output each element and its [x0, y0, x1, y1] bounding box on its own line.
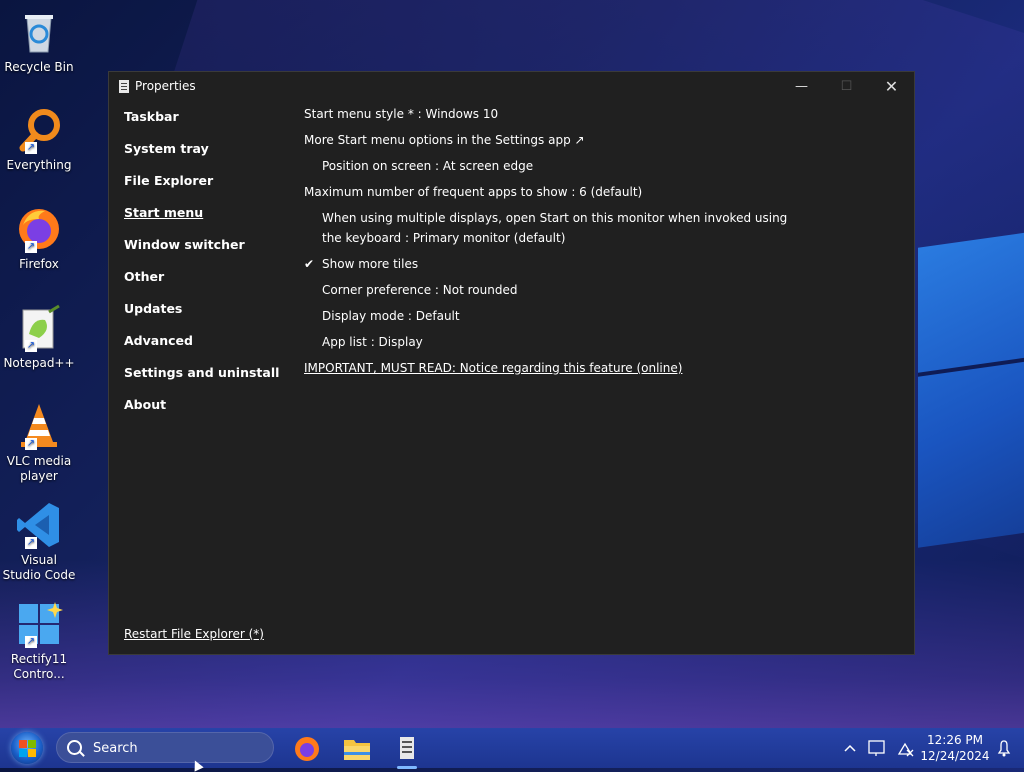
minimize-button[interactable]: —	[779, 72, 824, 102]
nav-item-system-tray[interactable]: System tray	[124, 140, 279, 172]
properties-app-icon	[400, 737, 414, 759]
vlc-cone-icon: ↗	[15, 402, 63, 450]
taskbar-clock[interactable]: 12:26 PM 12/24/2024	[920, 732, 990, 764]
desktop-icon-everything[interactable]: ↗ Everything	[2, 106, 76, 173]
search-placeholder: Search	[93, 741, 138, 756]
tray-overflow-chevron[interactable]	[842, 728, 858, 768]
setting-position-on-screen[interactable]: Position on screen : At screen edge	[322, 159, 533, 173]
nav-item-window-switcher[interactable]: Window switcher	[124, 236, 279, 268]
chevron-up-icon	[844, 744, 856, 752]
desktop-icon-label: Recycle Bin	[4, 60, 74, 74]
nav-item-taskbar[interactable]: Taskbar	[124, 108, 279, 140]
search-icon	[67, 740, 82, 755]
desktop-icon-label: VLC media player	[6, 454, 72, 483]
nav-item-about[interactable]: About	[124, 396, 279, 428]
desktop-icon-vlc[interactable]: ↗ VLC media player	[2, 402, 76, 484]
nav-item-other[interactable]: Other	[124, 268, 279, 300]
desktop-icon-firefox[interactable]: ↗ Firefox	[2, 205, 76, 272]
setting-show-more-tiles-label: Show more tiles	[322, 257, 419, 271]
window-title: Properties	[135, 79, 196, 93]
nav-item-start-menu[interactable]: Start menu	[124, 204, 279, 236]
setting-display-mode[interactable]: Display mode : Default	[322, 309, 460, 323]
nav-item-updates[interactable]: Updates	[124, 300, 279, 332]
nav-item-advanced[interactable]: Advanced	[124, 332, 279, 364]
setting-app-list[interactable]: App list : Display	[322, 335, 423, 349]
taskbar-file-explorer[interactable]	[337, 732, 377, 766]
setting-multi-display-line1[interactable]: When using multiple displays, open Start…	[322, 211, 787, 225]
desktop-icon-vscode[interactable]: ↗ Visual Studio Code	[2, 501, 76, 583]
setting-show-more-tiles[interactable]: ✔ Show more tiles	[304, 257, 419, 271]
desktop-icon-label: Everything	[6, 158, 72, 172]
tray-device-icon-button[interactable]	[866, 728, 888, 768]
nav-item-settings-uninstall[interactable]: Settings and uninstall	[124, 364, 279, 396]
desktop-icon-notepadpp[interactable]: ↗ Notepad++	[2, 304, 76, 371]
notepadpp-icon: ↗	[15, 304, 63, 352]
shortcut-arrow-icon: ↗	[25, 241, 37, 253]
firefox-icon	[295, 737, 319, 761]
setting-max-frequent-apps[interactable]: Maximum number of frequent apps to show …	[304, 185, 642, 199]
nav-item-file-explorer[interactable]: File Explorer	[124, 172, 279, 204]
taskbar-properties-app[interactable]	[387, 732, 427, 769]
shortcut-arrow-icon: ↗	[25, 537, 37, 549]
setting-start-menu-style[interactable]: Start menu style * : Windows 10	[304, 107, 498, 121]
shortcut-arrow-icon: ↗	[25, 438, 37, 450]
network-disconnected-icon	[897, 742, 914, 757]
desktop-icon-label: Rectify11 Contro...	[10, 652, 68, 681]
properties-app-icon	[119, 80, 129, 93]
clock-time: 12:26 PM	[927, 733, 983, 747]
taskbar-search-box[interactable]: Search	[56, 732, 274, 763]
windows-start-orb-icon	[11, 732, 43, 764]
window-titlebar[interactable]: Properties — ☐ ✕	[109, 72, 914, 102]
shortcut-arrow-icon: ↗	[25, 142, 37, 154]
restart-file-explorer-link[interactable]: Restart File Explorer (*)	[124, 627, 264, 641]
recycle-bin-icon	[15, 8, 63, 56]
device-status-icon	[868, 740, 885, 756]
everything-search-icon: ↗	[15, 106, 63, 154]
clock-date: 12/24/2024	[920, 749, 990, 763]
rectify11-icon: ↗	[15, 600, 63, 648]
important-notice-link[interactable]: IMPORTANT, MUST READ: Notice regarding t…	[304, 361, 682, 375]
setting-more-options-link[interactable]: More Start menu options in the Settings …	[304, 133, 585, 147]
desktop-icon-label: Firefox	[19, 257, 59, 271]
notifications-button[interactable]	[994, 728, 1014, 768]
close-button[interactable]: ✕	[869, 72, 914, 102]
desktop-icon-label: Visual Studio Code	[2, 553, 76, 582]
firefox-icon: ↗	[15, 205, 63, 253]
taskbar: Search 12:26 PM 12/24/2024	[0, 728, 1024, 769]
properties-window: Properties — ☐ ✕ Taskbar System tray Fil…	[108, 71, 915, 655]
desktop-icon-rectify11[interactable]: ↗ Rectify11 Contro...	[2, 600, 76, 682]
maximize-button[interactable]: ☐	[824, 72, 869, 102]
vscode-icon: ↗	[15, 501, 63, 549]
setting-multi-display-line2[interactable]: the keyboard : Primary monitor (default)	[322, 231, 565, 245]
desktop-icon-label: Notepad++	[3, 356, 75, 370]
wallpaper-windows-logo	[918, 232, 1024, 548]
tray-network-volume-button[interactable]	[895, 728, 917, 768]
taskbar-firefox[interactable]	[287, 732, 327, 766]
start-button[interactable]	[8, 731, 46, 765]
bell-icon	[997, 740, 1011, 757]
checkmark-icon: ✔	[304, 257, 315, 271]
desktop-icon-recycle-bin[interactable]: Recycle Bin	[2, 8, 76, 75]
sidebar-nav: Taskbar System tray File Explorer Start …	[124, 108, 279, 428]
setting-corner-preference[interactable]: Corner preference : Not rounded	[322, 283, 517, 297]
shortcut-arrow-icon: ↗	[25, 636, 37, 648]
folder-icon	[344, 740, 370, 760]
shortcut-arrow-icon: ↗	[25, 340, 37, 352]
